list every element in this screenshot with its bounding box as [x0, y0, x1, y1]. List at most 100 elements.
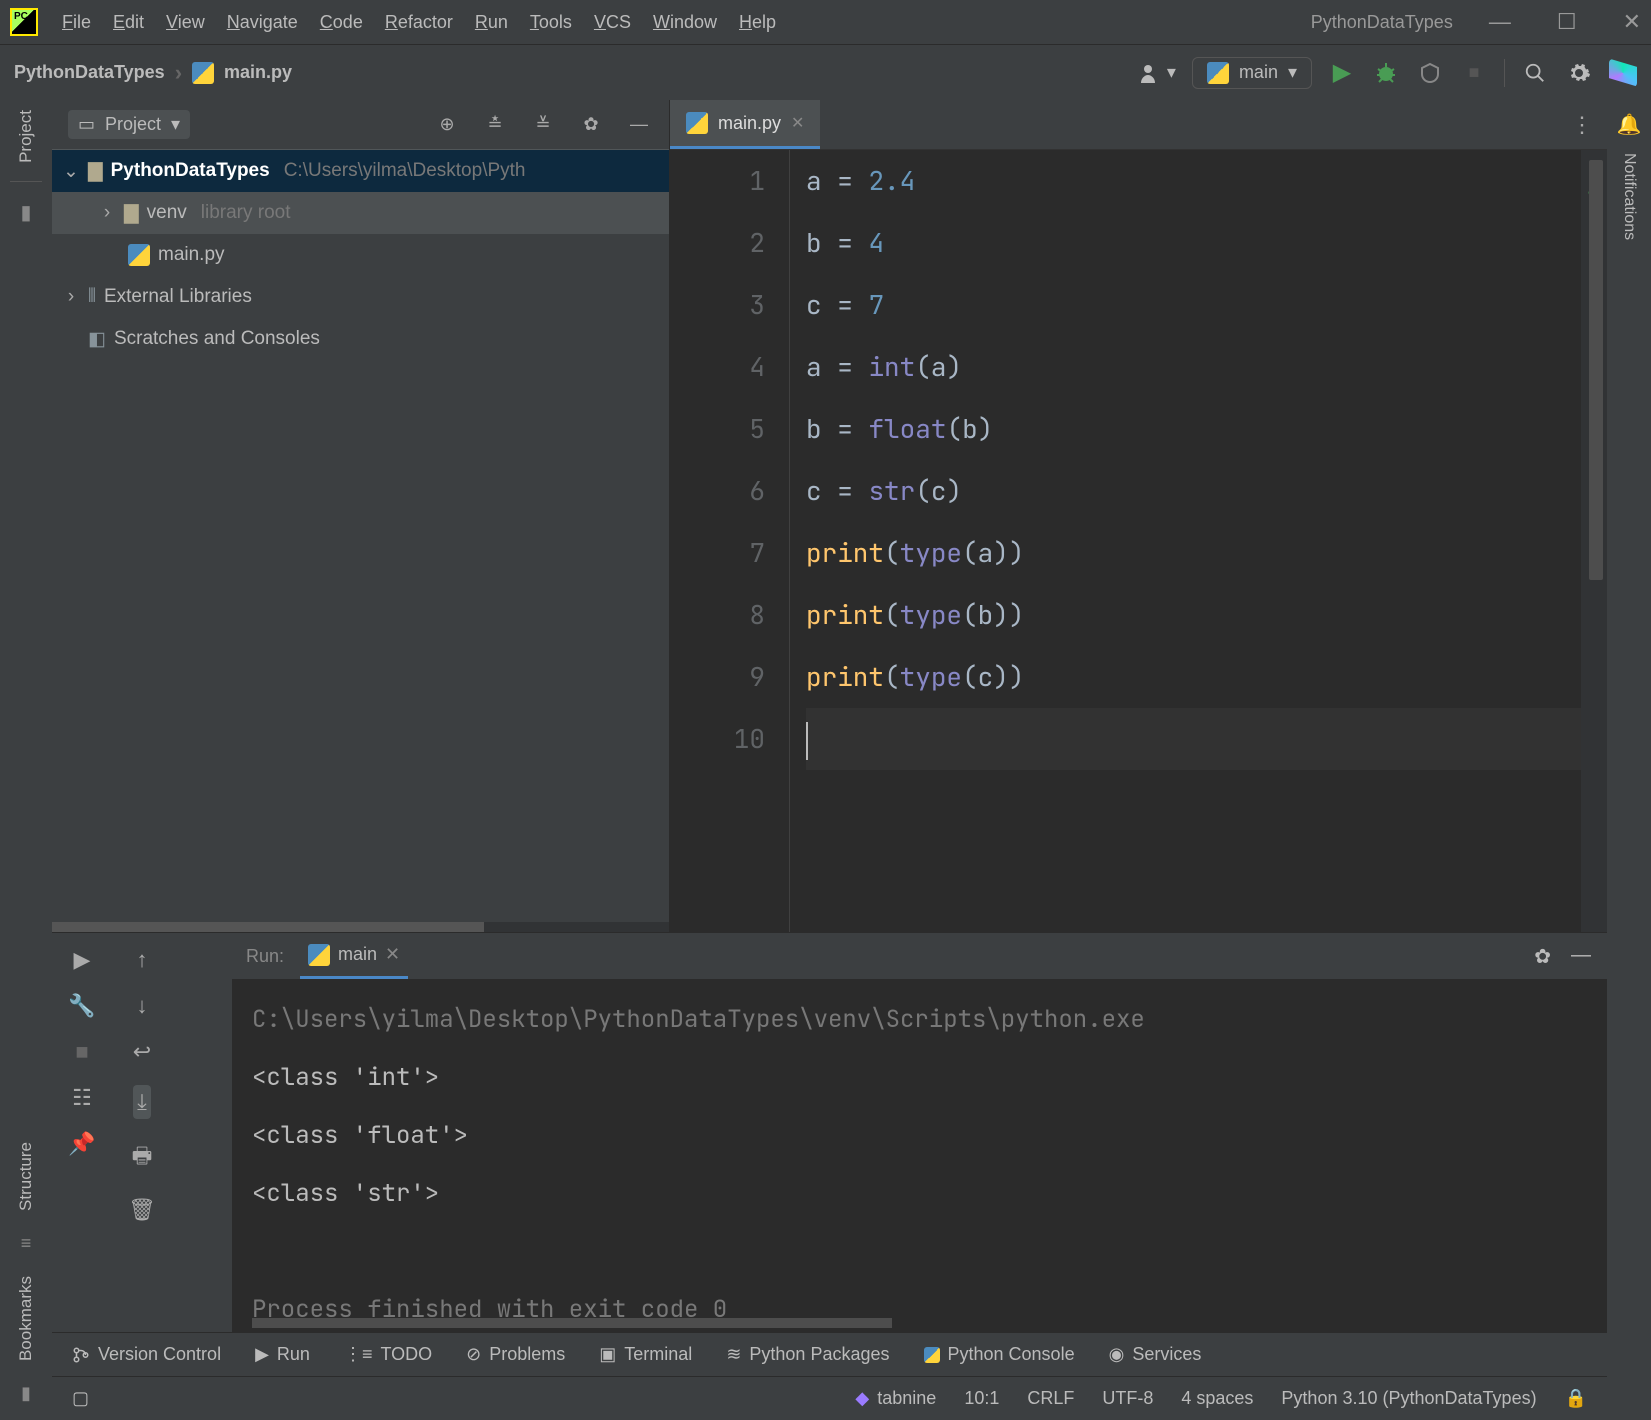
services-label: Services [1132, 1344, 1201, 1365]
debug-button[interactable] [1372, 59, 1400, 87]
divider [1504, 59, 1505, 87]
project-tree[interactable]: ⌄ ▇ PythonDataTypes C:\Users\yilma\Deskt… [52, 150, 669, 922]
commit-tool-icon[interactable]: ▮ [20, 200, 31, 225]
project-view-selector[interactable]: ▭ Project ▾ [68, 110, 190, 139]
menu-file[interactable]: File [62, 12, 91, 33]
run-with-coverage-button[interactable] [1416, 59, 1444, 87]
jetbrains-space-icon[interactable] [1609, 59, 1637, 87]
tree-row-external-libraries[interactable]: › ⫴ External Libraries [52, 276, 669, 318]
run-tab[interactable]: main ✕ [300, 933, 408, 979]
menu-run[interactable]: Run [475, 12, 508, 33]
run-tool-button[interactable]: ▶ Run [255, 1344, 310, 1365]
code-editor[interactable]: a = 2.4b = 4c = 7a = int(a)b = float(b)c… [790, 150, 1581, 932]
breadcrumb-project[interactable]: PythonDataTypes [14, 62, 165, 83]
stop-run-button[interactable]: ■ [75, 1039, 88, 1065]
structure-tool-tab[interactable]: Structure [16, 1142, 36, 1211]
menu-window[interactable]: Window [653, 12, 717, 33]
project-tool-tab[interactable]: Project [16, 110, 36, 163]
title-bar: PC FileEditViewNavigateCodeRefactorRunTo… [0, 0, 1651, 44]
editor-panel: main.py ✕ ⋮ 12345678910 a = 2.4b = 4c = … [670, 100, 1607, 932]
bookmarks-tool-tab[interactable]: Bookmarks [16, 1276, 36, 1361]
breadcrumb[interactable]: PythonDataTypes › main.py [14, 60, 292, 86]
tabnine-status[interactable]: ◆ tabnine [855, 1388, 936, 1409]
tree-row-file[interactable]: main.py [52, 234, 669, 276]
search-everywhere-button[interactable] [1521, 59, 1549, 87]
collapse-all-button[interactable]: ≚ [529, 111, 557, 139]
tree-venv-tag: library root [201, 202, 291, 224]
menu-refactor[interactable]: Refactor [385, 12, 453, 33]
clear-all-button[interactable]: 🗑 [128, 1197, 156, 1223]
packages-icon: ≋ [726, 1344, 741, 1365]
expand-all-button[interactable]: ≛ [481, 111, 509, 139]
python-console-tool-button[interactable]: Python Console [924, 1344, 1075, 1365]
user-selector[interactable]: ▾ [1139, 62, 1176, 83]
python-file-icon [686, 112, 708, 134]
menu-code[interactable]: Code [320, 12, 363, 33]
caret-position[interactable]: 10:1 [964, 1388, 999, 1409]
menu-vcs[interactable]: VCS [594, 12, 631, 33]
console-label: Python Console [948, 1344, 1075, 1365]
tree-row-venv[interactable]: › ▇ venv library root [52, 192, 669, 234]
horizontal-scrollbar[interactable] [52, 922, 669, 932]
services-tool-button[interactable]: ◉ Services [1109, 1344, 1202, 1365]
modify-run-config-button[interactable]: 🔧 [68, 993, 95, 1019]
status-bar: ▢ ◆ tabnine 10:1 CRLF UTF-8 4 spaces Pyt… [52, 1376, 1607, 1420]
problems-tool-button[interactable]: ⊘ Problems [466, 1344, 565, 1365]
line-number-gutter[interactable]: 12345678910 [670, 150, 790, 932]
hide-tool-button[interactable]: — [625, 111, 653, 139]
maximize-button[interactable]: ☐ [1557, 9, 1577, 35]
close-tab-button[interactable]: ✕ [791, 113, 804, 133]
settings-button[interactable] [1565, 59, 1593, 87]
run-configuration-selector[interactable]: main ▾ [1192, 57, 1312, 89]
editor-tab[interactable]: main.py ✕ [670, 100, 820, 149]
readonly-lock-icon[interactable]: 🔒 [1565, 1388, 1587, 1409]
minimize-button[interactable]: — [1489, 9, 1511, 35]
menu-edit[interactable]: Edit [113, 12, 144, 33]
select-opened-file-button[interactable]: ⊕ [433, 111, 461, 139]
indent-config[interactable]: 4 spaces [1181, 1388, 1253, 1409]
quick-access-button[interactable]: ▢ [72, 1388, 89, 1409]
menu-tools[interactable]: Tools [530, 12, 572, 33]
run-tool-label: Run: [246, 946, 284, 967]
console-output[interactable]: C:\Users\yilma\Desktop\PythonDataTypes\v… [232, 979, 1607, 1332]
python-packages-tool-button[interactable]: ≋ Python Packages [726, 1344, 889, 1365]
tab-options-button[interactable]: ⋮ [1571, 112, 1593, 138]
up-button[interactable]: ↑ [137, 947, 148, 973]
dump-threads-button[interactable]: ☷ [72, 1085, 92, 1111]
python-interpreter[interactable]: Python 3.10 (PythonDataTypes) [1281, 1388, 1536, 1409]
stop-button[interactable]: ■ [1460, 59, 1488, 87]
close-tab-button[interactable]: ✕ [385, 944, 400, 965]
breadcrumb-file[interactable]: main.py [224, 62, 292, 83]
version-control-tool-button[interactable]: Version Control [72, 1344, 221, 1365]
notifications-tool-tab[interactable]: Notifications [1620, 153, 1638, 240]
pin-tab-button[interactable]: 📌 [68, 1131, 95, 1157]
tool-settings-button[interactable]: ✿ [577, 111, 605, 139]
external-libraries-label: External Libraries [104, 286, 252, 308]
soft-wrap-button[interactable]: ↩ [133, 1039, 151, 1065]
menu-navigate[interactable]: Navigate [227, 12, 298, 33]
terminal-tool-button[interactable]: ▣ Terminal [599, 1344, 692, 1365]
print-button[interactable]: 🖶 [132, 1139, 153, 1177]
menu-help[interactable]: Help [739, 12, 776, 33]
hide-run-button[interactable]: — [1571, 944, 1591, 969]
menu-view[interactable]: View [166, 12, 205, 33]
python-file-icon [1207, 62, 1229, 84]
list-icon: ⋮≡ [344, 1344, 373, 1365]
python-icon [924, 1347, 940, 1363]
run-button[interactable]: ▶ [1328, 59, 1356, 87]
todo-tool-button[interactable]: ⋮≡ TODO [344, 1344, 432, 1365]
tree-row-root[interactable]: ⌄ ▇ PythonDataTypes C:\Users\yilma\Deskt… [52, 150, 669, 192]
line-separator[interactable]: CRLF [1027, 1388, 1074, 1409]
horizontal-scrollbar[interactable] [252, 1318, 892, 1328]
vertical-scrollbar[interactable] [1589, 160, 1603, 580]
scroll-to-end-button[interactable]: ⤓ [133, 1085, 151, 1119]
file-encoding[interactable]: UTF-8 [1102, 1388, 1153, 1409]
down-button[interactable]: ↓ [137, 993, 148, 1019]
close-button[interactable]: ✕ [1623, 9, 1641, 35]
notifications-icon[interactable]: 🔔 [1617, 112, 1642, 137]
run-settings-button[interactable]: ✿ [1534, 944, 1551, 969]
rerun-button[interactable]: ▶ [74, 947, 91, 973]
window-controls: — ☐ ✕ [1489, 9, 1641, 35]
tree-row-scratches[interactable]: ◧ Scratches and Consoles [52, 318, 669, 360]
editor-marker-bar[interactable]: ✔ [1581, 150, 1607, 932]
